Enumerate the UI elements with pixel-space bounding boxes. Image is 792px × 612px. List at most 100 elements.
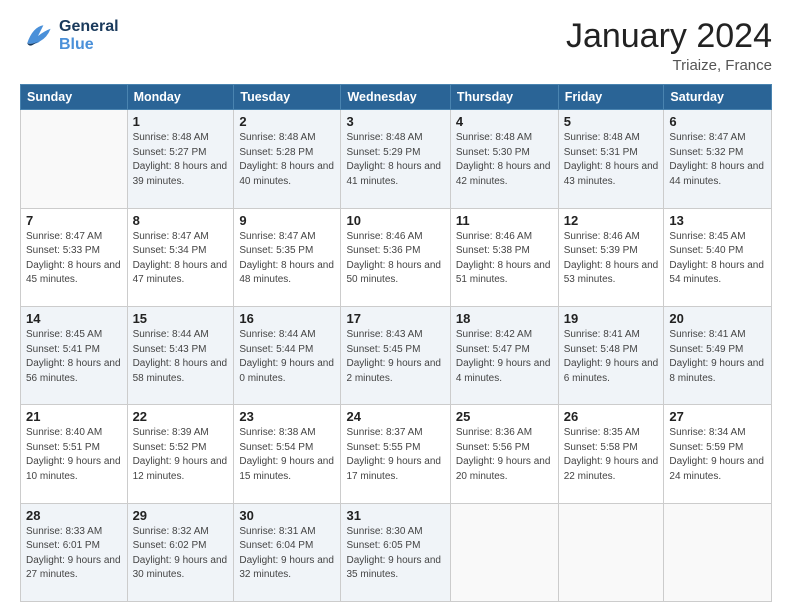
day-number: 2 <box>239 114 335 129</box>
logo-bird-icon <box>20 18 56 54</box>
day-info: Sunrise: 8:36 AM Sunset: 5:56 PM Dayligh… <box>456 426 553 484</box>
table-row: 3 Sunrise: 8:48 AM Sunset: 5:29 PM Daylig… <box>341 110 450 208</box>
day-number: 19 <box>564 311 659 326</box>
day-number: 21 <box>26 409 122 424</box>
table-row: 4Sunrise: 8:48 AM Sunset: 5:30 PM Daylig… <box>450 110 558 208</box>
title-area: January 2024 Triaize, France <box>566 18 772 74</box>
day-info: Sunrise: 8:38 AM Sunset: 5:54 PM Dayligh… <box>239 426 335 484</box>
subtitle: Triaize, France <box>566 57 772 74</box>
day-number: 28 <box>26 508 122 523</box>
table-row: 17 Sunrise: 8:43 AM Sunset: 5:45 PM Dayli… <box>341 307 450 405</box>
day-number: 12 <box>564 213 659 228</box>
table-row: 9Sunrise: 8:47 AM Sunset: 5:35 PM Daylig… <box>234 208 341 306</box>
day-number: 17 <box>346 311 444 326</box>
day-info: Sunrise: 8:32 AM Sunset: 6:02 PM Dayligh… <box>133 525 229 583</box>
day-info: Sunrise: 8:48 AM Sunset: 5:27 PM Dayligh… <box>133 131 229 189</box>
day-info: Sunrise: 8:41 AM Sunset: 5:49 PM Dayligh… <box>669 328 766 386</box>
day-number: 5 <box>564 114 659 129</box>
table-row: 1Sunrise: 8:48 AM Sunset: 5:27 PM Daylig… <box>127 110 234 208</box>
day-number: 23 <box>239 409 335 424</box>
day-number: 3 <box>346 114 444 129</box>
header: General Blue January 2024 Triaize, Franc… <box>20 18 772 74</box>
day-info: Sunrise: 8:48 AM Sunset: 5:30 PM Dayligh… <box>456 131 553 189</box>
table-row: 29 Sunrise: 8:32 AM Sunset: 6:02 PM Dayli… <box>127 503 234 601</box>
day-number: 18 <box>456 311 553 326</box>
table-row: 5Sunrise: 8:48 AM Sunset: 5:31 PM Daylig… <box>558 110 664 208</box>
table-row: 21 Sunrise: 8:40 AM Sunset: 5:51 PM Dayli… <box>21 405 128 503</box>
day-number: 14 <box>26 311 122 326</box>
page: General Blue January 2024 Triaize, Franc… <box>0 0 792 612</box>
table-row: 28 Sunrise: 8:33 AM Sunset: 6:01 PM Dayli… <box>21 503 128 601</box>
day-number: 15 <box>133 311 229 326</box>
col-monday: Monday <box>127 85 234 110</box>
calendar-week-row: 14 Sunrise: 8:45 AM Sunset: 5:41 PM Dayli… <box>21 307 772 405</box>
day-info: Sunrise: 8:41 AM Sunset: 5:48 PM Dayligh… <box>564 328 659 386</box>
day-number: 11 <box>456 213 553 228</box>
day-number: 20 <box>669 311 766 326</box>
logo-label: General Blue <box>59 18 119 53</box>
table-row <box>558 503 664 601</box>
table-row: 11 Sunrise: 8:46 AM Sunset: 5:38 PM Dayli… <box>450 208 558 306</box>
col-tuesday: Tuesday <box>234 85 341 110</box>
logo: General Blue <box>20 18 119 54</box>
calendar-week-row: 1Sunrise: 8:48 AM Sunset: 5:27 PM Daylig… <box>21 110 772 208</box>
table-row <box>664 503 772 601</box>
day-info: Sunrise: 8:43 AM Sunset: 5:45 PM Dayligh… <box>346 328 444 386</box>
main-title: January 2024 <box>566 18 772 55</box>
table-row: 30 Sunrise: 8:31 AM Sunset: 6:04 PM Dayli… <box>234 503 341 601</box>
table-row: 27 Sunrise: 8:34 AM Sunset: 5:59 PM Dayli… <box>664 405 772 503</box>
col-wednesday: Wednesday <box>341 85 450 110</box>
day-info: Sunrise: 8:39 AM Sunset: 5:52 PM Dayligh… <box>133 426 229 484</box>
table-row: 8 Sunrise: 8:47 AM Sunset: 5:34 PM Daylig… <box>127 208 234 306</box>
calendar-table: Sunday Monday Tuesday Wednesday Thursday… <box>20 84 772 602</box>
table-row: 12 Sunrise: 8:46 AM Sunset: 5:39 PM Dayli… <box>558 208 664 306</box>
day-info: Sunrise: 8:46 AM Sunset: 5:36 PM Dayligh… <box>346 230 444 288</box>
logo-blue-text: Blue <box>59 36 119 54</box>
day-info: Sunrise: 8:46 AM Sunset: 5:38 PM Dayligh… <box>456 230 553 288</box>
day-number: 29 <box>133 508 229 523</box>
table-row: 20 Sunrise: 8:41 AM Sunset: 5:49 PM Dayli… <box>664 307 772 405</box>
day-info: Sunrise: 8:34 AM Sunset: 5:59 PM Dayligh… <box>669 426 766 484</box>
day-info: Sunrise: 8:48 AM Sunset: 5:29 PM Dayligh… <box>346 131 444 189</box>
day-number: 30 <box>239 508 335 523</box>
day-info: Sunrise: 8:48 AM Sunset: 5:28 PM Dayligh… <box>239 131 335 189</box>
day-number: 22 <box>133 409 229 424</box>
day-info: Sunrise: 8:46 AM Sunset: 5:39 PM Dayligh… <box>564 230 659 288</box>
day-info: Sunrise: 8:45 AM Sunset: 5:41 PM Dayligh… <box>26 328 122 386</box>
table-row: 18Sunrise: 8:42 AM Sunset: 5:47 PM Dayli… <box>450 307 558 405</box>
day-info: Sunrise: 8:37 AM Sunset: 5:55 PM Dayligh… <box>346 426 444 484</box>
day-number: 8 <box>133 213 229 228</box>
day-number: 13 <box>669 213 766 228</box>
day-number: 25 <box>456 409 553 424</box>
table-row: 15Sunrise: 8:44 AM Sunset: 5:43 PM Dayli… <box>127 307 234 405</box>
day-info: Sunrise: 8:40 AM Sunset: 5:51 PM Dayligh… <box>26 426 122 484</box>
day-info: Sunrise: 8:35 AM Sunset: 5:58 PM Dayligh… <box>564 426 659 484</box>
day-number: 9 <box>239 213 335 228</box>
day-info: Sunrise: 8:31 AM Sunset: 6:04 PM Dayligh… <box>239 525 335 583</box>
day-number: 27 <box>669 409 766 424</box>
table-row: 19 Sunrise: 8:41 AM Sunset: 5:48 PM Dayli… <box>558 307 664 405</box>
logo-general-text: General <box>59 18 119 36</box>
table-row: 7 Sunrise: 8:47 AM Sunset: 5:33 PM Daylig… <box>21 208 128 306</box>
table-row: 16 Sunrise: 8:44 AM Sunset: 5:44 PM Dayli… <box>234 307 341 405</box>
day-info: Sunrise: 8:30 AM Sunset: 6:05 PM Dayligh… <box>346 525 444 583</box>
table-row <box>21 110 128 208</box>
table-row: 6 Sunrise: 8:47 AM Sunset: 5:32 PM Daylig… <box>664 110 772 208</box>
day-number: 16 <box>239 311 335 326</box>
table-row: 14 Sunrise: 8:45 AM Sunset: 5:41 PM Dayli… <box>21 307 128 405</box>
day-number: 24 <box>346 409 444 424</box>
calendar-week-row: 21 Sunrise: 8:40 AM Sunset: 5:51 PM Dayli… <box>21 405 772 503</box>
table-row: 10Sunrise: 8:46 AM Sunset: 5:36 PM Dayli… <box>341 208 450 306</box>
calendar-header-row: Sunday Monday Tuesday Wednesday Thursday… <box>21 85 772 110</box>
day-info: Sunrise: 8:45 AM Sunset: 5:40 PM Dayligh… <box>669 230 766 288</box>
day-info: Sunrise: 8:33 AM Sunset: 6:01 PM Dayligh… <box>26 525 122 583</box>
day-info: Sunrise: 8:47 AM Sunset: 5:32 PM Dayligh… <box>669 131 766 189</box>
col-friday: Friday <box>558 85 664 110</box>
calendar-week-row: 7 Sunrise: 8:47 AM Sunset: 5:33 PM Daylig… <box>21 208 772 306</box>
day-number: 6 <box>669 114 766 129</box>
table-row: 31Sunrise: 8:30 AM Sunset: 6:05 PM Dayli… <box>341 503 450 601</box>
day-info: Sunrise: 8:44 AM Sunset: 5:44 PM Dayligh… <box>239 328 335 386</box>
day-info: Sunrise: 8:47 AM Sunset: 5:33 PM Dayligh… <box>26 230 122 288</box>
day-info: Sunrise: 8:47 AM Sunset: 5:34 PM Dayligh… <box>133 230 229 288</box>
day-number: 7 <box>26 213 122 228</box>
